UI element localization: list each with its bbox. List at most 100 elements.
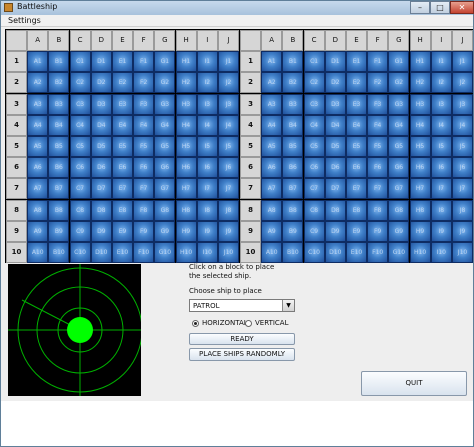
opponent-cell-g4[interactable]: G4: [388, 114, 410, 136]
opponent-cell-b2[interactable]: B2: [282, 72, 304, 94]
player-cell-g2[interactable]: G2: [154, 72, 176, 94]
opponent-cell-e5[interactable]: E5: [346, 136, 367, 157]
opponent-cell-i9[interactable]: I9: [430, 220, 452, 242]
player-cell-e7[interactable]: E7: [112, 178, 133, 200]
opponent-cell-i2[interactable]: I2: [430, 72, 452, 94]
player-cell-b1[interactable]: B1: [48, 51, 70, 73]
opponent-cell-j7[interactable]: J7: [452, 178, 473, 200]
opponent-cell-j8[interactable]: J8: [452, 199, 473, 221]
opponent-cell-h6[interactable]: H6: [409, 157, 431, 179]
player-cell-g1[interactable]: G1: [154, 51, 176, 73]
player-cell-i4[interactable]: I4: [196, 114, 218, 136]
player-cell-a9[interactable]: A9: [27, 220, 49, 242]
opponent-cell-e9[interactable]: E9: [346, 220, 367, 242]
player-cell-a3[interactable]: A3: [27, 93, 49, 115]
opponent-cell-c1[interactable]: C1: [303, 51, 325, 73]
opponent-cell-a2[interactable]: A2: [261, 72, 283, 94]
player-cell-e3[interactable]: E3: [112, 93, 133, 115]
player-cell-a4[interactable]: A4: [27, 114, 49, 136]
opponent-cell-b5[interactable]: B5: [282, 136, 304, 157]
opponent-cell-a1[interactable]: A1: [261, 51, 283, 73]
opponent-cell-b10[interactable]: B10: [282, 242, 304, 263]
opponent-cell-h8[interactable]: H8: [409, 199, 431, 221]
player-cell-c5[interactable]: C5: [69, 136, 91, 157]
opponent-cell-e7[interactable]: E7: [346, 178, 367, 200]
place-randomly-button[interactable]: PLACE SHIPS RANDOMLY: [189, 348, 295, 361]
player-cell-b3[interactable]: B3: [48, 93, 70, 115]
player-cell-g8[interactable]: G8: [154, 199, 176, 221]
opponent-cell-j9[interactable]: J9: [452, 220, 473, 242]
opponent-cell-b7[interactable]: B7: [282, 178, 304, 200]
player-cell-e2[interactable]: E2: [112, 72, 133, 94]
opponent-cell-f3[interactable]: F3: [367, 93, 389, 115]
player-cell-j3[interactable]: J3: [218, 93, 239, 115]
opponent-cell-h5[interactable]: H5: [409, 136, 431, 157]
player-cell-e1[interactable]: E1: [112, 51, 133, 73]
player-cell-g6[interactable]: G6: [154, 157, 176, 179]
opponent-cell-d4[interactable]: D4: [324, 114, 346, 136]
player-cell-b8[interactable]: B8: [48, 199, 70, 221]
opponent-cell-c6[interactable]: C6: [303, 157, 325, 179]
player-cell-e10[interactable]: E10: [112, 242, 133, 263]
opponent-cell-c8[interactable]: C8: [303, 199, 325, 221]
player-cell-d2[interactable]: D2: [90, 72, 112, 94]
opponent-cell-f5[interactable]: F5: [367, 136, 389, 157]
player-cell-e6[interactable]: E6: [112, 157, 133, 179]
player-cell-a2[interactable]: A2: [27, 72, 49, 94]
player-cell-g7[interactable]: G7: [154, 178, 176, 200]
opponent-cell-c4[interactable]: C4: [303, 114, 325, 136]
player-cell-g10[interactable]: G10: [154, 242, 176, 263]
player-cell-a1[interactable]: A1: [27, 51, 49, 73]
player-cell-i7[interactable]: I7: [196, 178, 218, 200]
player-cell-b10[interactable]: B10: [48, 242, 70, 263]
player-cell-i10[interactable]: I10: [196, 242, 218, 263]
player-cell-h10[interactable]: H10: [175, 242, 197, 263]
player-cell-h2[interactable]: H2: [175, 72, 197, 94]
player-cell-i2[interactable]: I2: [196, 72, 218, 94]
player-cell-g4[interactable]: G4: [154, 114, 176, 136]
opponent-cell-g9[interactable]: G9: [388, 220, 410, 242]
close-button[interactable]: ✕: [450, 1, 474, 14]
player-cell-j1[interactable]: J1: [218, 51, 239, 73]
player-cell-c8[interactable]: C8: [69, 199, 91, 221]
player-cell-c7[interactable]: C7: [69, 178, 91, 200]
opponent-cell-j6[interactable]: J6: [452, 157, 473, 179]
opponent-cell-a10[interactable]: A10: [261, 242, 283, 263]
player-cell-d8[interactable]: D8: [90, 199, 112, 221]
player-cell-d1[interactable]: D1: [90, 51, 112, 73]
player-cell-d5[interactable]: D5: [90, 136, 112, 157]
opponent-cell-e4[interactable]: E4: [346, 114, 367, 136]
player-cell-e5[interactable]: E5: [112, 136, 133, 157]
player-cell-j5[interactable]: J5: [218, 136, 239, 157]
player-cell-c3[interactable]: C3: [69, 93, 91, 115]
opponent-cell-j1[interactable]: J1: [452, 51, 473, 73]
opponent-cell-a5[interactable]: A5: [261, 136, 283, 157]
opponent-cell-d1[interactable]: D1: [324, 51, 346, 73]
player-cell-b4[interactable]: B4: [48, 114, 70, 136]
opponent-cell-a9[interactable]: A9: [261, 220, 283, 242]
opponent-cell-h3[interactable]: H3: [409, 93, 431, 115]
player-cell-j10[interactable]: J10: [218, 242, 239, 263]
opponent-cell-i4[interactable]: I4: [430, 114, 452, 136]
quit-button[interactable]: QUIT: [361, 371, 467, 396]
player-cell-h5[interactable]: H5: [175, 136, 197, 157]
opponent-cell-i6[interactable]: I6: [430, 157, 452, 179]
player-cell-e4[interactable]: E4: [112, 114, 133, 136]
player-cell-d3[interactable]: D3: [90, 93, 112, 115]
opponent-cell-d6[interactable]: D6: [324, 157, 346, 179]
opponent-cell-f2[interactable]: F2: [367, 72, 389, 94]
player-cell-c9[interactable]: C9: [69, 220, 91, 242]
opponent-cell-c2[interactable]: C2: [303, 72, 325, 94]
ship-select[interactable]: PATROL ▼: [189, 299, 295, 312]
player-cell-b9[interactable]: B9: [48, 220, 70, 242]
player-cell-h9[interactable]: H9: [175, 220, 197, 242]
opponent-cell-d9[interactable]: D9: [324, 220, 346, 242]
maximize-button[interactable]: □: [430, 1, 450, 14]
player-cell-f5[interactable]: F5: [133, 136, 155, 157]
player-cell-b6[interactable]: B6: [48, 157, 70, 179]
player-cell-d7[interactable]: D7: [90, 178, 112, 200]
player-cell-j6[interactable]: J6: [218, 157, 239, 179]
opponent-cell-f8[interactable]: F8: [367, 199, 389, 221]
opponent-cell-g10[interactable]: G10: [388, 242, 410, 263]
player-cell-b5[interactable]: B5: [48, 136, 70, 157]
